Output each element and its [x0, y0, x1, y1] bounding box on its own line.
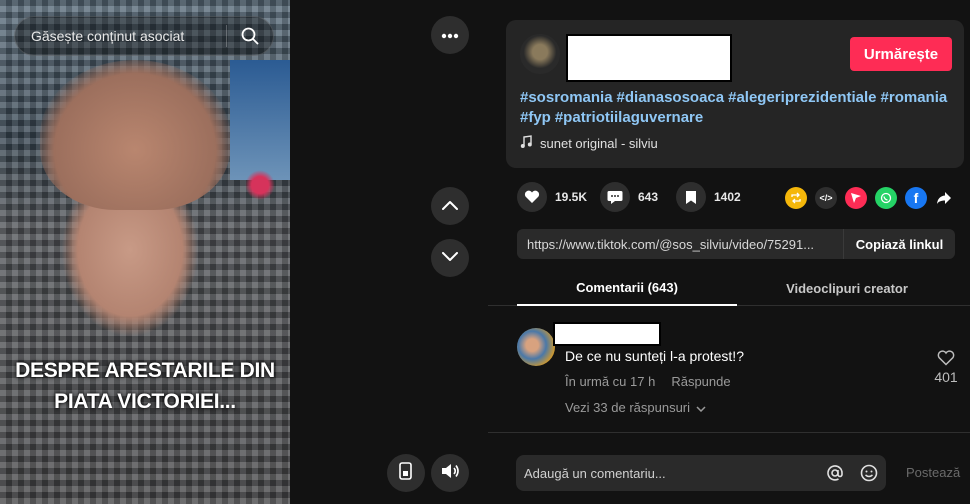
video-caption: DESPRE ARESTARILE DIN PIATA VICTORIEI... [0, 355, 290, 417]
send-icon[interactable] [845, 187, 867, 209]
hashtag-link[interactable]: #patriotiilaguvernare [555, 109, 703, 126]
mention-icon[interactable] [818, 464, 852, 482]
view-replies-button[interactable]: Vezi 33 de răspunsuri [565, 400, 706, 415]
comment-input[interactable]: Adaugă un comentariu... [516, 455, 886, 491]
comment-like[interactable]: 401 [929, 350, 963, 385]
hashtag-link[interactable]: #sosromania [520, 89, 613, 106]
sound-label: sunet original - silviu [540, 136, 658, 151]
tab-creator-videos[interactable]: Videoclipuri creator [737, 270, 957, 306]
background-flower [245, 170, 275, 200]
comment-bubble-icon[interactable] [600, 182, 630, 212]
save-stat[interactable]: 1402 [676, 182, 741, 212]
hashtag-link[interactable]: #fyp [520, 109, 551, 126]
chevron-up-icon [442, 197, 458, 215]
hashtag-link[interactable]: #dianasosoaca [617, 89, 725, 106]
search-icon[interactable] [227, 16, 273, 56]
embed-icon[interactable]: </> [815, 187, 837, 209]
share-arrow-icon[interactable] [933, 187, 955, 209]
chevron-down-icon [696, 400, 706, 415]
comment-composer: Adaugă un comentariu... Postează [488, 432, 970, 504]
reply-button[interactable]: Răspunde [671, 374, 730, 389]
caption-line-2: PIATA VICTORIEI... [54, 390, 236, 413]
tiktok-video-page: Găsește conținut asociat DESPRE ARESTARI… [0, 0, 970, 504]
redacted-username [566, 34, 732, 82]
tab-comments[interactable]: Comentarii (643) [517, 270, 737, 306]
more-options-button[interactable] [431, 16, 469, 54]
like-stat[interactable]: 19.5K [517, 182, 587, 212]
more-dots-icon [441, 26, 459, 44]
comment-stat[interactable]: 643 [600, 182, 658, 212]
repost-icon[interactable] [785, 187, 807, 209]
search-text: Găsește conținut asociat [31, 28, 185, 44]
whatsapp-icon[interactable] [875, 187, 897, 209]
volume-button[interactable] [431, 454, 469, 492]
related-content-search[interactable]: Găsește conținut asociat [14, 16, 274, 56]
redacted-commenter-name [553, 322, 661, 346]
hashtag-link[interactable]: #alegeriprezidentiale [728, 89, 876, 106]
caption-line-1: DESPRE ARESTARILE DIN [15, 359, 275, 382]
comment-placeholder: Adaugă un comentariu... [524, 465, 666, 481]
hashtag-list: #sosromania #dianasosoaca #alegeripreziden… [520, 88, 960, 128]
view-replies-label: Vezi 33 de răspunsuri [565, 400, 691, 415]
like-count: 19.5K [555, 190, 588, 204]
post-info-card: Urmărește #sosromania #dianasosoaca #alege… [506, 20, 964, 168]
post-comment-button[interactable]: Postează [906, 465, 960, 480]
creator-avatar[interactable] [520, 34, 560, 74]
video-player[interactable]: Găsește conținut asociat DESPRE ARESTARI… [0, 0, 290, 504]
heart-icon[interactable] [517, 182, 547, 212]
share-link-box: https://www.tiktok.com/@sos_silviu/video… [517, 229, 955, 259]
hashtag-link[interactable]: #romania [881, 89, 948, 106]
floating-player-button[interactable] [387, 454, 425, 492]
comments-tabs: Comentarii (643) Videoclipuri creator [488, 270, 970, 306]
facebook-icon[interactable]: f [905, 187, 927, 209]
heart-outline-icon[interactable] [929, 350, 963, 369]
chevron-down-icon [442, 249, 458, 267]
sound-link[interactable]: sunet original - silviu [520, 135, 658, 152]
video-subject [40, 60, 230, 210]
music-note-icon [520, 135, 532, 152]
follow-button[interactable]: Urmărește [850, 37, 952, 71]
bookmark-icon[interactable] [676, 182, 706, 212]
floating-player-icon [398, 461, 414, 485]
video-url[interactable]: https://www.tiktok.com/@sos_silviu/video… [517, 237, 843, 252]
comment-time: În urmă cu 17 h [565, 374, 656, 389]
next-video-button[interactable] [431, 239, 469, 277]
save-count: 1402 [714, 190, 741, 204]
background-window [230, 60, 290, 180]
comment-meta: În urmă cu 17 h Răspunde [565, 374, 731, 389]
speaker-icon [440, 462, 460, 485]
comment-count: 643 [638, 190, 659, 204]
emoji-icon[interactable] [852, 464, 886, 482]
comment-text: De ce nu sunteți l-a protest!? [565, 348, 744, 364]
previous-video-button[interactable] [431, 187, 469, 225]
comment-like-count: 401 [934, 369, 958, 385]
commenter-avatar[interactable] [517, 328, 555, 366]
copy-link-button[interactable]: Copiază linkul [843, 229, 955, 259]
